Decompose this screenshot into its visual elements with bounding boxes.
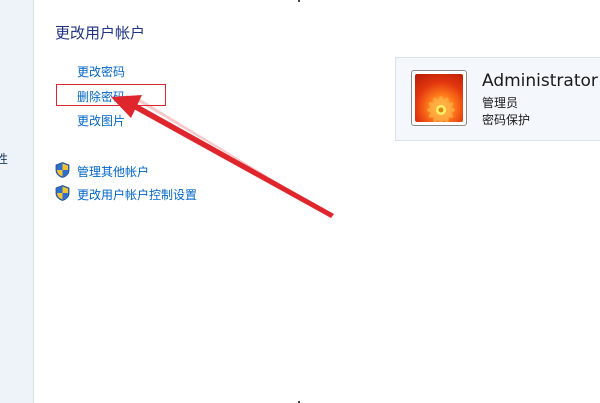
user-role: 管理员 <box>482 96 519 110</box>
shield-icon <box>55 185 70 201</box>
shield-icon <box>55 162 70 178</box>
page-title: 更改用户帐户 <box>55 24 146 42</box>
flower-avatar-icon <box>415 74 463 122</box>
top-edge-mark <box>298 0 300 2</box>
manage-other-accounts-link[interactable]: 管理其他帐户 <box>77 163 149 180</box>
change-password-link[interactable]: 更改密码 <box>77 63 125 80</box>
left-navigation-pane: 性 <box>0 0 34 403</box>
left-pane-partial-text: 性 <box>0 152 9 166</box>
user-avatar <box>411 70 467 126</box>
change-picture-link[interactable]: 更改图片 <box>77 112 125 129</box>
password-status: 密码保护 <box>482 113 531 127</box>
annotation-highlight-box <box>56 84 166 106</box>
user-name: Administrator <box>482 71 598 91</box>
uac-settings-link[interactable]: 更改用户帐户控制设置 <box>77 186 197 203</box>
